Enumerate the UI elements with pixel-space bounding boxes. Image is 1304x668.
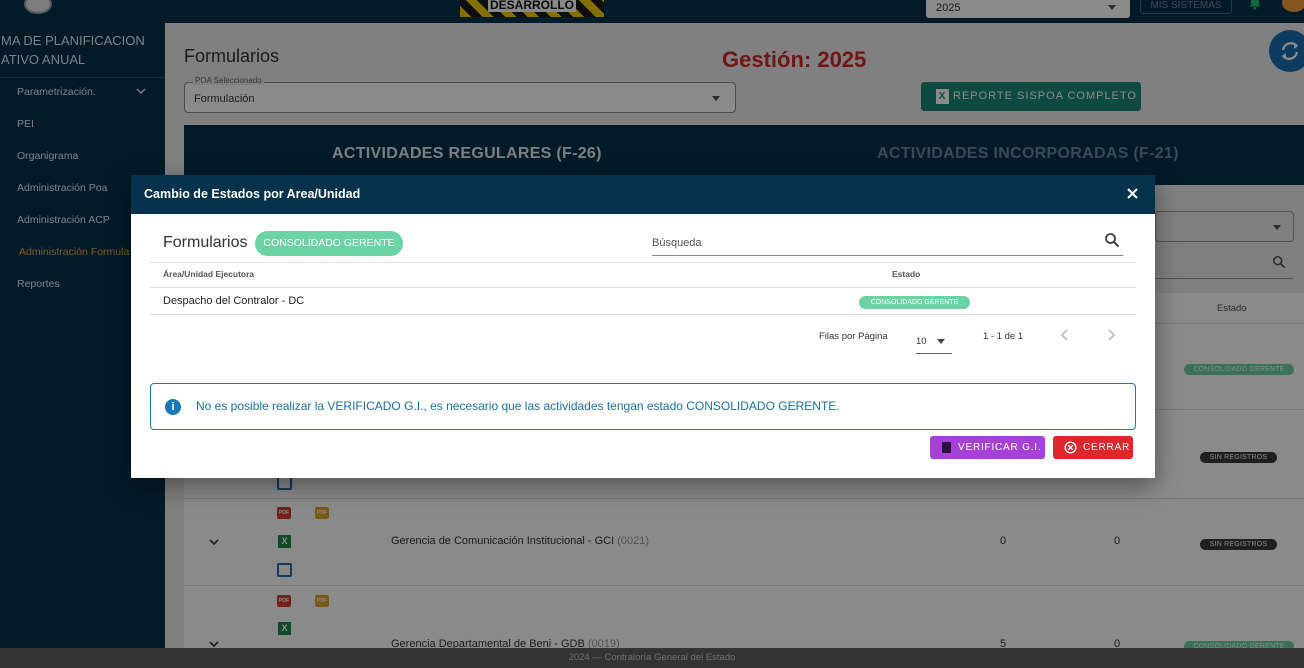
cerrar-label: CERRAR	[1083, 442, 1131, 453]
info-icon: i	[165, 399, 181, 415]
info-alert: i No es posible realizar la VERIFICADO G…	[150, 383, 1136, 430]
estado-change-dialog: Cambio de Estados por Area/Unidad Formul…	[131, 175, 1155, 478]
document-icon	[942, 442, 951, 453]
dialog-heading: Formularios	[163, 234, 248, 251]
pagination-range: 1 - 1 de 1	[983, 331, 1024, 342]
close-icon[interactable]	[1125, 186, 1140, 201]
row-unit-name: Despacho del Contralor - DC	[163, 295, 305, 307]
cerrar-button[interactable]: CERRAR	[1053, 436, 1133, 459]
search-input[interactable]: Búsqueda	[652, 231, 1123, 256]
chevron-left-icon[interactable]	[1059, 329, 1071, 341]
table-divider	[150, 287, 1136, 288]
status-badge: CONSOLIDADO GERENTE	[255, 231, 403, 256]
verificar-gi-label: VERIFICAR G.I.	[958, 442, 1042, 453]
close-circle-icon	[1064, 441, 1077, 454]
status-badge: CONSOLIDADO GERENTE	[859, 296, 970, 309]
chevron-down-icon	[937, 339, 945, 344]
rows-per-page-value: 10	[916, 336, 927, 347]
search-placeholder: Búsqueda	[652, 237, 702, 249]
alert-message: No es posible realizar la VERIFICADO G.I…	[196, 399, 840, 413]
table-divider	[150, 262, 1136, 263]
rows-per-page-select[interactable]: 10	[916, 327, 952, 354]
column-header-unidad[interactable]: Área/Unidad Ejecutora	[163, 269, 254, 279]
chevron-right-icon[interactable]	[1105, 329, 1117, 341]
dialog-title: Cambio de Estados por Area/Unidad	[144, 187, 361, 201]
column-header-estado[interactable]: Estado	[892, 269, 920, 279]
rows-per-page-label: Filas por Página	[819, 331, 888, 342]
verificar-gi-button[interactable]: VERIFICAR G.I.	[930, 436, 1045, 459]
search-icon[interactable]	[1104, 232, 1120, 248]
dialog-header: Cambio de Estados por Area/Unidad	[131, 175, 1155, 214]
table-divider	[150, 314, 1136, 315]
